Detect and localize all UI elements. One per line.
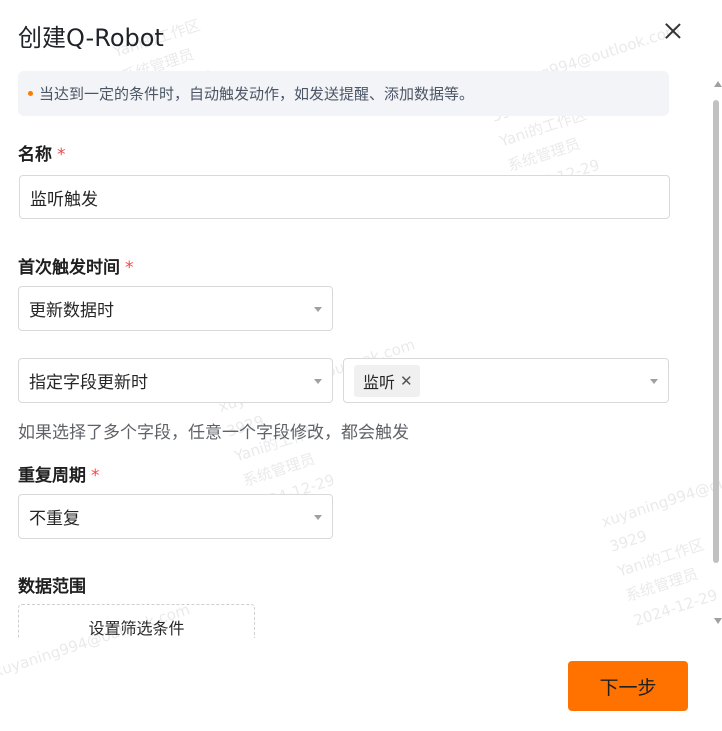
required-mark: *: [91, 466, 100, 486]
trigger-type-value: 更新数据时: [29, 301, 114, 321]
caret-down-icon: [314, 306, 322, 312]
required-mark: *: [57, 145, 66, 165]
trigger-fields-select[interactable]: 监听 ✕: [343, 358, 669, 403]
required-mark: *: [125, 258, 134, 278]
scroll-up-icon[interactable]: [714, 81, 722, 87]
caret-down-icon: [650, 378, 658, 384]
data-range-label: 数据范围: [18, 572, 86, 597]
field-tag-label: 监听: [363, 372, 396, 392]
set-filter-label: 设置筛选条件: [88, 619, 185, 638]
name-label-text: 名称: [18, 145, 52, 165]
repeat-select[interactable]: 不重复: [18, 494, 333, 539]
trigger-condition-value: 指定字段更新时: [29, 373, 148, 393]
first-trigger-label: 首次触发时间 *: [18, 253, 134, 278]
name-input[interactable]: 监听触发: [19, 175, 670, 219]
tag-remove-icon[interactable]: ✕: [400, 372, 413, 390]
data-range-label-text: 数据范围: [18, 577, 86, 597]
info-text: 当达到一定的条件时，自动触发动作，如发送提醒、添加数据等。: [39, 85, 475, 103]
scroll-down-icon[interactable]: [714, 618, 722, 624]
info-banner: 当达到一定的条件时，自动触发动作，如发送提醒、添加数据等。: [18, 71, 669, 116]
bullet-dot-icon: [28, 91, 33, 96]
close-icon[interactable]: [660, 18, 686, 44]
caret-down-icon: [314, 378, 322, 384]
scrollbar[interactable]: [712, 100, 720, 623]
repeat-label: 重复周期 *: [18, 461, 100, 486]
name-label: 名称 *: [18, 140, 66, 165]
scrollbar-thumb[interactable]: [713, 100, 719, 563]
repeat-label-text: 重复周期: [18, 466, 86, 486]
trigger-hint: 如果选择了多个字段，任意一个字段修改，都会触发: [18, 423, 409, 443]
field-tag: 监听 ✕: [354, 364, 420, 397]
name-input-value: 监听触发: [30, 189, 98, 210]
first-trigger-label-text: 首次触发时间: [18, 258, 120, 278]
repeat-value: 不重复: [29, 509, 80, 529]
watermark: xuyaning994@outlook.com3929Yani的工作区系统管理员…: [599, 450, 722, 630]
caret-down-icon: [314, 514, 322, 520]
trigger-type-select[interactable]: 更新数据时: [18, 286, 333, 331]
dialog-title: 创建Q-Robot: [18, 24, 164, 52]
trigger-condition-select[interactable]: 指定字段更新时: [18, 358, 333, 403]
next-button[interactable]: 下一步: [568, 661, 688, 711]
